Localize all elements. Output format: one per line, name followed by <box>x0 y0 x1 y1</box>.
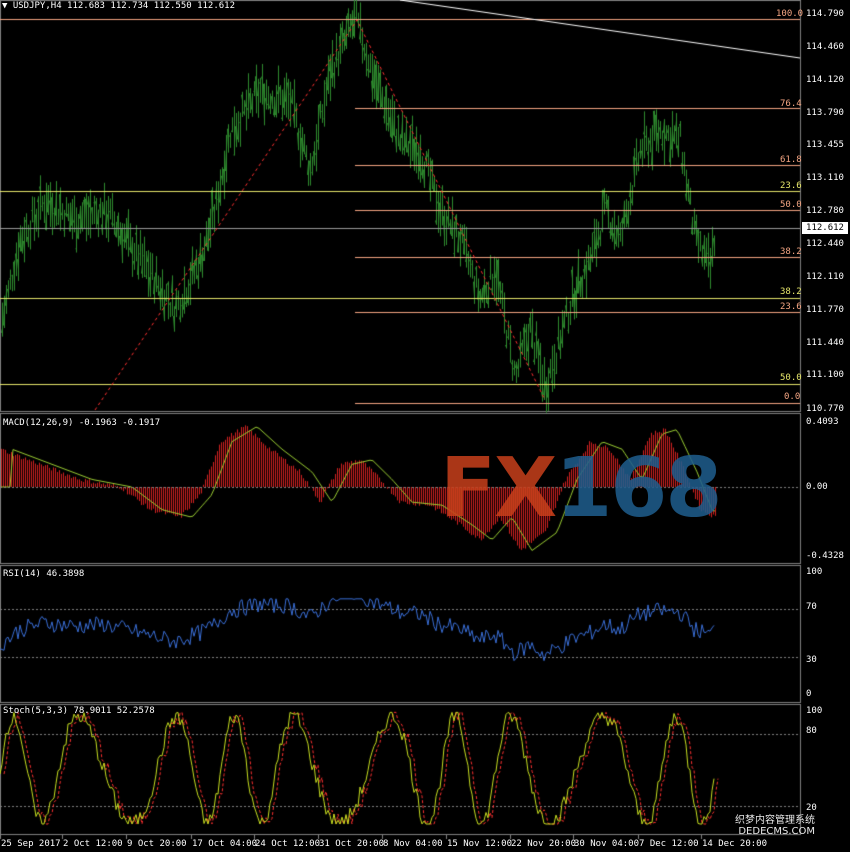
price-tick-label: 110.770 <box>806 404 844 414</box>
price-tick-label: 113.455 <box>806 140 844 150</box>
current-price-box: 112.612 <box>802 222 848 234</box>
time-tick-label: 24 Oct 12:00 <box>255 839 321 849</box>
price-tick-label: 114.460 <box>806 42 844 52</box>
price-tick-label: 114.790 <box>806 9 844 19</box>
fib-label-61: 61.8 <box>780 155 802 165</box>
stoch-label: Stoch(5,3,3) 78.9011 52.2578 <box>3 706 155 716</box>
time-tick-label: 7 Dec 12:00 <box>639 839 699 849</box>
stoch-axis-80: 80 <box>806 726 817 736</box>
time-tick-label: 31 Oct 20:00 <box>319 839 385 849</box>
fib-label-23: 23.6 <box>780 302 802 312</box>
price-tick-label: 111.770 <box>806 305 844 315</box>
price-tick-label: 111.100 <box>806 370 844 380</box>
ohlc-values: 112.683 112.734 112.550 112.612 <box>67 1 236 11</box>
rsi-axis-0: 0 <box>806 689 812 699</box>
price-tick-label: 113.110 <box>806 173 844 183</box>
fib-label-0: 0.0 <box>784 392 801 402</box>
time-tick-label: 14 Dec 20:00 <box>702 839 768 849</box>
fib-label-76: 76.4 <box>780 99 802 109</box>
fib-label-100: 100.0 <box>776 9 804 19</box>
rsi-axis-70: 70 <box>806 602 817 612</box>
symbol-label: USDJPY,H4 <box>12 1 62 11</box>
symbol-header: ▼ USDJPY,H4 112.683 112.734 112.550 112.… <box>2 1 235 12</box>
fib-label-yellow-50: 50.0 <box>780 373 802 383</box>
stoch-axis-20: 20 <box>806 803 817 813</box>
macd-axis-max: 0.4093 <box>806 417 839 427</box>
time-tick-label: 30 Nov 04:00 <box>574 839 640 849</box>
time-tick-label: 2 Oct 12:00 <box>63 839 123 849</box>
macd-label: MACD(12,26,9) -0.1963 -0.1917 <box>3 418 161 428</box>
site-watermark-line1: 织梦内容管理系统 <box>735 815 815 826</box>
rsi-axis-100: 100 <box>806 567 823 577</box>
time-tick-label: 25 Sep 2017 <box>1 839 61 849</box>
price-tick-label: 113.790 <box>806 108 844 118</box>
price-tick-label: 112.780 <box>806 206 844 216</box>
price-tick-label: 114.120 <box>806 75 844 85</box>
price-tick-label: 111.440 <box>806 338 844 348</box>
fib-label-50: 50.0 <box>780 200 802 210</box>
fib-label-yellow-23: 23.6 <box>780 181 802 191</box>
fx168-watermark: FX168 <box>440 441 722 536</box>
stoch-axis-100: 100 <box>806 706 823 716</box>
rsi-axis-30: 30 <box>806 655 817 665</box>
price-tick-label: 112.440 <box>806 239 844 249</box>
time-tick-label: 15 Nov 12:00 <box>447 839 513 849</box>
macd-axis-zero: 0.00 <box>806 482 828 492</box>
time-tick-label: 9 Oct 20:00 <box>127 839 187 849</box>
fib-label-yellow-38: 38.2 <box>780 287 802 297</box>
price-tick-label: 112.110 <box>806 272 844 282</box>
macd-axis-min: -0.4328 <box>806 551 844 561</box>
time-tick-label: 8 Nov 04:00 <box>383 839 443 849</box>
rsi-label: RSI(14) 46.3898 <box>3 569 85 579</box>
dropdown-arrow-icon[interactable]: ▼ <box>2 1 7 11</box>
fib-label-38: 38.2 <box>780 247 802 257</box>
site-watermark: 织梦内容管理系统 DEDECMS.COM <box>735 815 815 837</box>
time-tick-label: 22 Nov 20:00 <box>511 839 577 849</box>
time-tick-label: 17 Oct 04:00 <box>192 839 258 849</box>
site-watermark-line2: DEDECMS.COM <box>738 826 815 837</box>
